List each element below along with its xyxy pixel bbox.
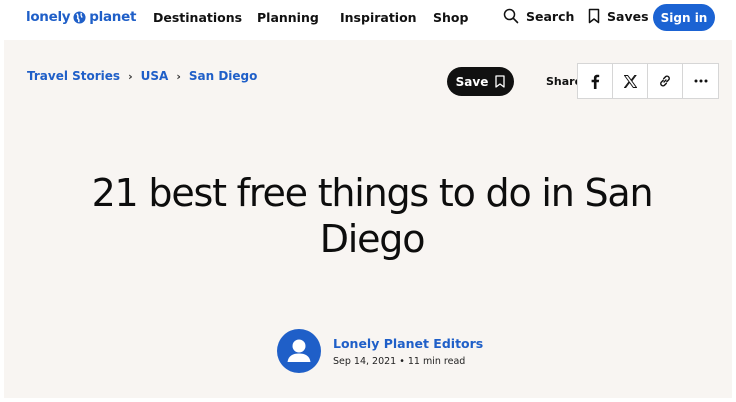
facebook-icon bbox=[591, 74, 600, 89]
lonely-planet-logo[interactable]: lonely planet bbox=[26, 8, 136, 26]
breadcrumb: Travel Stories › USA › San Diego bbox=[27, 69, 257, 83]
author-name[interactable]: Lonely Planet Editors bbox=[333, 336, 483, 351]
article-meta: Sep 14, 2021 • 11 min read bbox=[333, 355, 466, 367]
article-title: 21 best free things to do in San Diego bbox=[91, 171, 654, 261]
nav-inspiration[interactable]: Inspiration bbox=[340, 10, 417, 25]
chevron-right-icon: › bbox=[128, 69, 133, 83]
breadcrumb-travel-stories[interactable]: Travel Stories bbox=[27, 69, 120, 83]
article-hero: Travel Stories › USA › San Diego Save Sh… bbox=[4, 40, 732, 398]
author-text: Lonely Planet Editors Sep 14, 2021 • 11 … bbox=[333, 336, 483, 367]
logo-text-right: planet bbox=[89, 9, 137, 25]
copy-link-button[interactable] bbox=[648, 64, 683, 98]
logo-text-left: lonely bbox=[26, 9, 71, 25]
share-buttons bbox=[577, 63, 719, 99]
bookmark-icon bbox=[495, 75, 505, 88]
save-label: Save bbox=[455, 74, 489, 89]
breadcrumb-usa[interactable]: USA bbox=[141, 69, 169, 83]
nav-planning[interactable]: Planning bbox=[257, 10, 319, 25]
globe-icon bbox=[73, 10, 86, 24]
user-icon bbox=[287, 339, 311, 362]
breadcrumb-san-diego[interactable]: San Diego bbox=[189, 69, 258, 83]
sign-in-button[interactable]: Sign in bbox=[653, 4, 715, 31]
nav-shop[interactable]: Shop bbox=[433, 10, 468, 25]
save-article-button[interactable]: Save bbox=[447, 67, 514, 96]
link-icon bbox=[660, 75, 670, 87]
x-logo-icon bbox=[623, 74, 637, 88]
more-options-button[interactable] bbox=[683, 64, 718, 98]
search-icon bbox=[503, 8, 519, 24]
nav-destinations[interactable]: Destinations bbox=[153, 10, 242, 25]
x-share-button[interactable] bbox=[613, 64, 648, 98]
search-button[interactable]: Search bbox=[503, 8, 574, 24]
facebook-share-button[interactable] bbox=[578, 64, 613, 98]
top-nav: lonely planet Destinations Planning Insp… bbox=[0, 0, 736, 40]
bookmark-icon bbox=[588, 8, 600, 24]
more-horizontal-icon bbox=[694, 79, 707, 83]
saves-button[interactable]: Saves bbox=[588, 8, 649, 24]
author-block: Lonely Planet Editors Sep 14, 2021 • 11 … bbox=[277, 329, 483, 373]
search-label: Search bbox=[526, 8, 575, 24]
avatar[interactable] bbox=[277, 329, 321, 373]
saves-label: Saves bbox=[607, 8, 649, 24]
chevron-right-icon: › bbox=[176, 69, 181, 83]
